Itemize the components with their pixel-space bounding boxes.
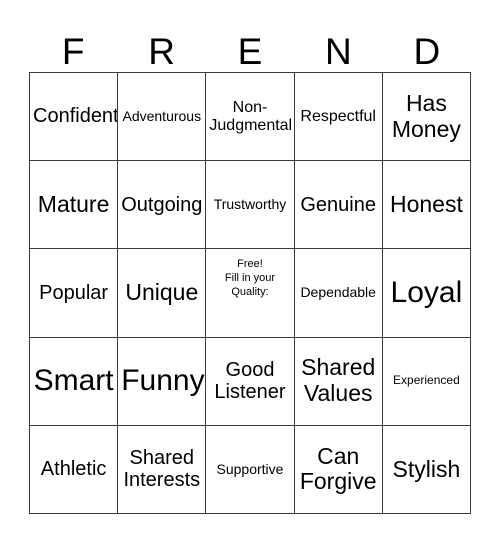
bingo-cell[interactable]: Outgoing: [118, 161, 207, 250]
bingo-cell[interactable]: Mature: [30, 161, 119, 250]
bingo-cell[interactable]: Honest: [382, 161, 471, 250]
header-letter-2: E: [237, 31, 263, 72]
bingo-cell-label: Respectful: [300, 107, 376, 125]
bingo-cell-label: Smart: [33, 364, 114, 398]
bingo-cell-label: Shared Interests: [123, 447, 201, 492]
bingo-cell[interactable]: Shared Values: [294, 337, 383, 426]
bingo-cell[interactable]: Experienced: [382, 337, 471, 426]
bingo-cell[interactable]: Can Forgive: [294, 425, 383, 514]
bingo-cell-label: Mature: [37, 190, 110, 217]
header-letter-0: F: [61, 31, 85, 72]
header-letter-1: R: [148, 31, 175, 72]
header-letter-3: N: [325, 31, 352, 72]
bingo-cell[interactable]: Non- Judgmental: [206, 73, 295, 162]
bingo-cell[interactable]: Confident: [30, 73, 119, 162]
bingo-cell-label: Athletic: [40, 458, 107, 481]
bingo-cell-label: Can Forgive: [299, 442, 377, 495]
bingo-cell-label: Loyal: [390, 276, 463, 310]
header-letter-4: D: [413, 31, 441, 72]
bingo-cell[interactable]: Smart: [30, 337, 119, 426]
bingo-cell[interactable]: Unique: [118, 249, 207, 338]
bingo-header-row: F R E N D: [29, 14, 471, 72]
bingo-cell-label: Non- Judgmental: [209, 98, 293, 134]
bingo-cell-label: Stylish: [392, 455, 461, 482]
bingo-cell[interactable]: Adventurous: [118, 73, 207, 162]
bingo-cell-label: Popular: [39, 281, 109, 304]
bingo-cell[interactable]: Genuine: [294, 161, 383, 250]
bingo-cell-label: Funny: [121, 364, 205, 398]
bingo-cell[interactable]: Loyal: [382, 249, 471, 338]
bingo-cell-label: Supportive: [216, 460, 284, 477]
bingo-cell-label: Confident: [33, 105, 119, 128]
bingo-cell[interactable]: Stylish: [382, 425, 471, 514]
bingo-cell[interactable]: Popular: [30, 249, 119, 338]
bingo-cell[interactable]: Has Money: [382, 73, 471, 162]
bingo-cell[interactable]: Funny: [118, 337, 207, 426]
bingo-grid: Confident Adventurous Non- Judgmental Respe…: [29, 72, 471, 514]
bingo-cell-label: Dependable: [300, 284, 376, 301]
bingo-cell-label: Free! Fill in your Quality:: [224, 258, 276, 298]
bingo-cell-label: Unique: [125, 279, 199, 306]
bingo-card: F R E N D Confident Adventurous Non- Judgm…: [29, 14, 471, 514]
bingo-cell-label: Shared Values: [301, 354, 376, 407]
bingo-cell[interactable]: Dependable: [294, 249, 383, 338]
bingo-cell[interactable]: Supportive: [206, 425, 295, 514]
bingo-cell[interactable]: Athletic: [30, 425, 119, 514]
bingo-cell-label: Honest: [389, 190, 463, 217]
bingo-cell[interactable]: Respectful: [294, 73, 383, 162]
bingo-cell[interactable]: Good Listener: [206, 337, 295, 426]
bingo-cell-free-space[interactable]: Free! Fill in your Quality:: [206, 249, 295, 338]
bingo-cell-label: Trustworthy: [213, 195, 287, 212]
bingo-cell-label: Has Money: [391, 89, 461, 142]
bingo-cell-label: Adventurous: [122, 107, 202, 124]
bingo-cell-label: Good Listener: [214, 358, 286, 404]
bingo-cell[interactable]: Trustworthy: [206, 161, 295, 250]
bingo-cell[interactable]: Shared Interests: [118, 425, 207, 514]
bingo-cell-label: Experienced: [393, 373, 460, 388]
bingo-cell-label: Genuine: [300, 193, 376, 216]
bingo-cell-label: Outgoing: [121, 193, 203, 216]
